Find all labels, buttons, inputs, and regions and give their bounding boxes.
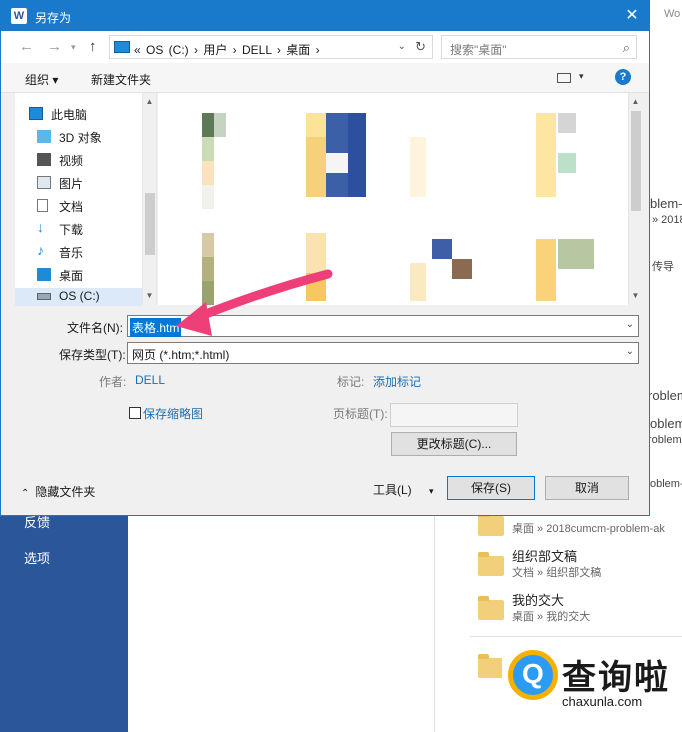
watermark-text-cn: 查询啦 — [562, 659, 670, 697]
annotation-arrow — [176, 269, 333, 336]
watermark-logo: Q 查询啦 chaxunla.com — [502, 644, 674, 716]
magnifier-logo-icon: Q — [508, 650, 558, 700]
watermark-text-en: chaxunla.com — [562, 694, 643, 709]
